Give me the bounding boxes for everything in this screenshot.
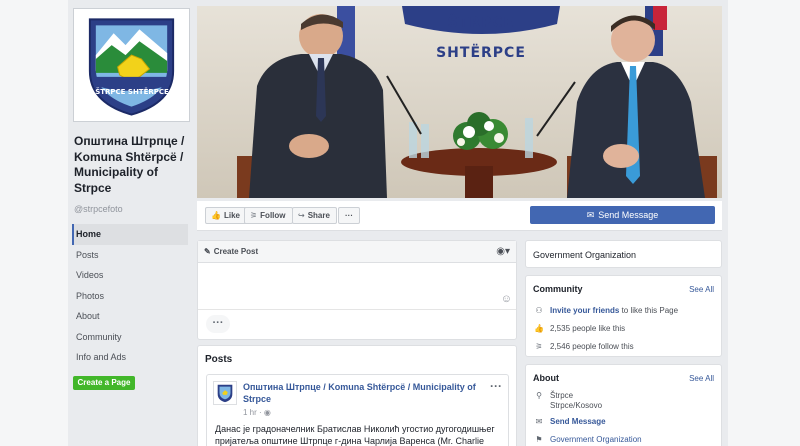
create-post-card[interactable]: ✎ Create Post ◉▾ ☺ ··· (197, 240, 517, 340)
create-page-button[interactable]: Create a Page (73, 376, 135, 390)
follow-icon: ⚞ (250, 211, 258, 220)
post-author-avatar[interactable] (213, 381, 237, 405)
post-options-button[interactable]: ··· (490, 379, 502, 393)
post-author-link[interactable]: Општина Штрпце / Komuna Shtërpcë / Munic… (243, 381, 488, 405)
category-card: Government Organization (525, 240, 722, 268)
shield-icon (217, 384, 233, 403)
nav-item-photos[interactable]: Photos (72, 286, 188, 307)
left-margin (0, 0, 68, 446)
invite-friends-row: ⚇ Invite your friends to like this Page (533, 306, 678, 315)
posts-heading: Posts (205, 354, 233, 365)
cover-banner-text: ŠTRPCE SHTËRPCE (436, 15, 526, 61)
about-card: About See All ⚲ Štrpce Strpce/Kosovo ✉ Se… (525, 364, 722, 446)
likes-count-row: 👍 2,535 people like this (534, 324, 626, 333)
right-margin (728, 0, 800, 446)
create-post-header[interactable]: ✎ Create Post (198, 241, 516, 263)
about-send-message-link[interactable]: Send Message (550, 417, 606, 426)
community-card: Community See All ⚇ Invite your friends t… (525, 275, 722, 357)
invite-icon: ⚇ (535, 306, 543, 315)
community-heading: Community (533, 284, 583, 294)
globe-icon: ◉ (263, 408, 271, 417)
invite-friends-link[interactable]: Invite your friends (550, 306, 619, 315)
address-region: Strpce/Kosovo (550, 401, 603, 410)
location-pin-icon: ⚲ (536, 391, 542, 400)
post-timestamp[interactable]: 1 hr · ◉ (243, 408, 271, 417)
nav-item-videos[interactable]: Videos (72, 265, 188, 286)
share-button[interactable]: ↪ Share (292, 207, 337, 224)
post-item: Општина Штрпце / Komuna Shtërpcë / Munic… (206, 374, 509, 446)
posts-card: Posts Општина Штрпце / Komuna Shtërpcë /… (197, 345, 517, 446)
follow-button[interactable]: ⚞ Follow (244, 207, 293, 224)
page-handle[interactable]: @strpcefoto (74, 204, 123, 214)
share-icon: ↪ (298, 211, 305, 220)
community-see-all-link[interactable]: See All (689, 285, 714, 294)
follows-count-row: ⚞ 2,546 people follow this (533, 342, 633, 351)
page-action-bar: 👍 Like ⚞ Follow ↪ Share ··· ✉ Send Message (197, 201, 722, 231)
about-category-link[interactable]: Government Organization (550, 435, 642, 444)
nav-item-posts[interactable]: Posts (72, 245, 188, 266)
pencil-icon: ✎ (204, 247, 211, 256)
about-see-all-link[interactable]: See All (689, 374, 714, 383)
messenger-icon: ✉ (586, 210, 595, 220)
follow-rss-icon: ⚞ (535, 342, 543, 351)
page-category[interactable]: Government Organization (533, 250, 636, 260)
divider (198, 309, 516, 310)
like-button[interactable]: 👍 Like (205, 207, 247, 224)
category-icon: ⚑ (535, 435, 543, 444)
about-category-row: ⚑ Government Organization (533, 435, 642, 444)
about-send-message-row: ✉ Send Message (533, 417, 606, 426)
cover-photo[interactable]: ŠTRPCE SHTËRPCE (197, 6, 722, 198)
send-message-button[interactable]: ✉ Send Message (530, 206, 715, 224)
page-title[interactable]: Општина Штрпце / Komuna Shtërpcë / Munic… (74, 134, 192, 196)
thumbs-up-icon: 👍 (534, 324, 544, 333)
nav-item-about[interactable]: About (72, 306, 188, 327)
emoji-icon[interactable]: ☺ (501, 293, 512, 305)
page-nav: Home Posts Videos Photos About Community… (72, 224, 188, 368)
municipality-logo (76, 11, 187, 119)
about-heading: About (533, 373, 559, 383)
post-text: Данас је градоначелник Братислав Николић… (215, 424, 495, 446)
logo-text: ŠTRPCE SHTËRPCE (95, 88, 169, 96)
globe-icon[interactable]: ◉▾ (496, 246, 510, 257)
profile-picture[interactable] (73, 8, 190, 122)
like-icon: 👍 (211, 211, 221, 220)
more-actions-button[interactable]: ··· (338, 207, 360, 224)
nav-item-home[interactable]: Home (72, 224, 188, 245)
nav-item-community[interactable]: Community (72, 327, 188, 348)
more-options-button[interactable]: ··· (206, 315, 230, 333)
nav-item-info-and-ads[interactable]: Info and Ads (72, 347, 188, 368)
address-town: Štrpce (550, 391, 574, 400)
messenger-icon: ✉ (535, 417, 543, 426)
